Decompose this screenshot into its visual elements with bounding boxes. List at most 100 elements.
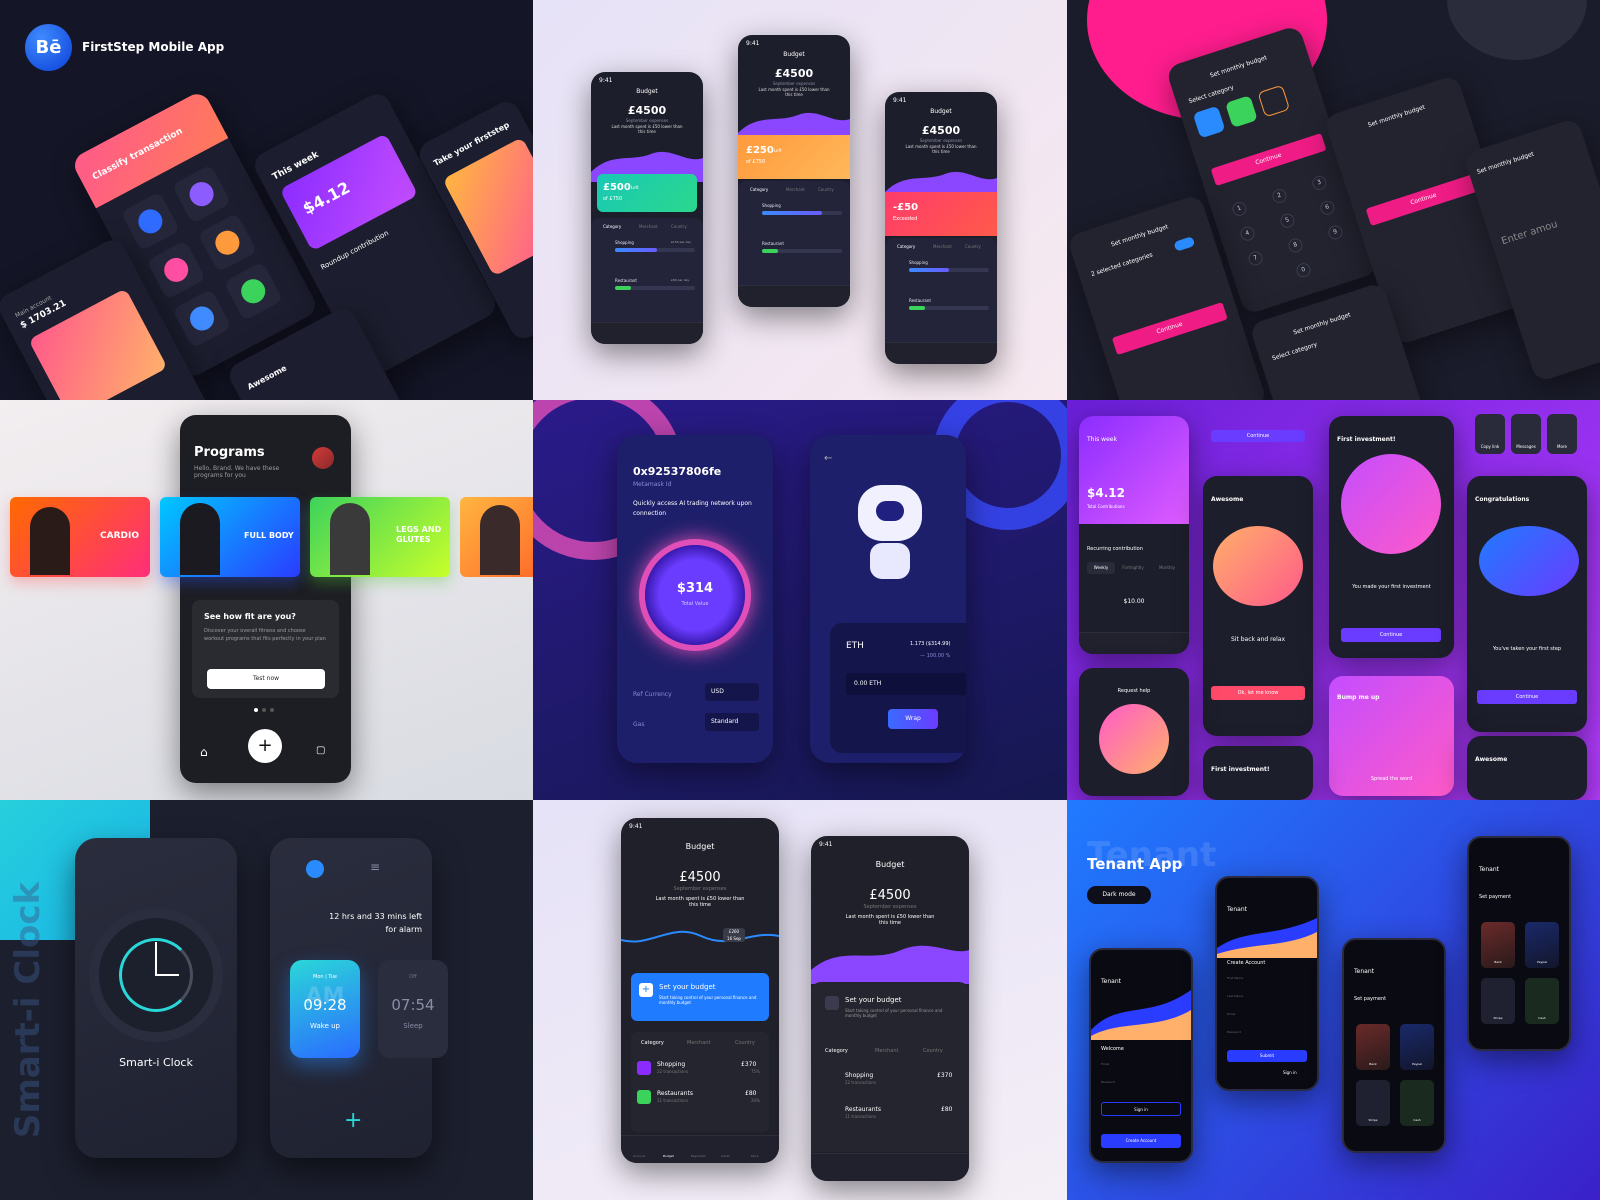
tile-firststep: Bē FirstStep Mobile App Classify transac… <box>0 0 533 400</box>
tile-investing: This week $4.12 Total Contributions Recu… <box>1067 400 1600 800</box>
continue-button-2[interactable]: Continue <box>1111 302 1228 356</box>
submit-button[interactable]: Submit <box>1227 1050 1307 1062</box>
tab-merchant[interactable]: Merchant <box>639 224 658 229</box>
invest-awesome-phone: Awesome Sit back and relax Ok, let me kn… <box>1203 476 1313 736</box>
more-icon[interactable]: More <box>1547 414 1577 454</box>
toggle-switch[interactable] <box>1173 236 1196 252</box>
awesome-title: Awesome <box>245 363 289 392</box>
alarm-remaining: 12 hrs and 33 mins left for alarm <box>329 912 422 934</box>
test-now-button[interactable]: Test now <box>207 669 325 689</box>
alarm-card-sleep[interactable]: Off 07:54 Sleep <box>378 960 448 1058</box>
invest-continue-top[interactable]: Continue <box>1211 430 1305 442</box>
budget-phone-right: 9:41 Budget £4500 September expenses Las… <box>885 92 997 364</box>
eth-input[interactable]: 0.00 ETH <box>846 673 966 695</box>
total-value: $314 <box>676 581 714 596</box>
chat-icon[interactable]: ▢ <box>316 745 325 756</box>
dark-mode-badge[interactable]: Dark mode <box>1087 886 1151 904</box>
tab-category[interactable]: Category <box>603 224 621 229</box>
programs-title: Programs <box>194 445 265 460</box>
contrib-amount[interactable]: $10.00 <box>1079 598 1189 605</box>
budget-mid-amount: £4500 <box>774 67 814 80</box>
add-button[interactable]: + <box>248 729 282 763</box>
invest-week-title: This week <box>1087 436 1117 443</box>
tile-budget-light: 9:41 Budget £4500 September expenses Las… <box>533 0 1067 400</box>
tile-programs: Programs Hello, Brand. We have these pro… <box>0 400 533 800</box>
tenant-payment-phone: Tenant Set payment Bank Paypal Stripe Ca… <box>1342 938 1446 1153</box>
invest-continue-button[interactable]: Continue <box>1341 628 1441 642</box>
payment-paypal[interactable]: Paypal <box>1400 1024 1434 1070</box>
congrats-phone: Congratulations You've taken your first … <box>1467 476 1587 732</box>
settings-icon[interactable]: ≡ <box>370 860 388 878</box>
budget-title: Budget <box>636 88 658 95</box>
fit-text: Discover your overall fitness and choose… <box>204 628 326 642</box>
budget-phone-left: 9:41 Budget £4500 September expenses Las… <box>591 72 703 344</box>
alarm-icon[interactable] <box>306 860 324 878</box>
messages-icon[interactable]: Messages <box>1511 414 1541 454</box>
tenant-payment-phone-2: Tenant Set payment Bank Paypal Stripe Ca… <box>1467 836 1571 1051</box>
program-card-more[interactable] <box>460 497 533 577</box>
freq-monthly[interactable]: Monthly <box>1153 562 1181 574</box>
showcase-grid: Bē FirstStep Mobile App Classify transac… <box>0 0 1600 1200</box>
freq-weekly[interactable]: Weekly <box>1087 562 1115 574</box>
eth-label: ETH <box>846 641 864 651</box>
selected-categories[interactable]: 2 selected categories <box>1090 251 1153 278</box>
continue-button-3[interactable]: Continue <box>1365 173 1482 227</box>
invest-this-week-phone: This week $4.12 Total Contributions Recu… <box>1079 416 1189 654</box>
app-title: FirstStep Mobile App <box>82 40 225 54</box>
sign-in-button[interactable]: Sign in <box>1101 1102 1181 1116</box>
wallet-address: 0x92537806fe <box>633 465 722 478</box>
payment-stripe[interactable]: Stripe <box>1356 1080 1390 1126</box>
first-investment-bottom-phone: First investment! <box>1203 746 1313 800</box>
metamask-label: Metamask Id <box>633 481 672 488</box>
gas-select[interactable]: Standard <box>705 713 759 731</box>
budget-right-amount: £4500 <box>921 124 961 137</box>
set-budget-card[interactable]: + Set your budget Start taking control o… <box>631 973 769 1021</box>
copy-link-icon[interactable]: Copy link <box>1475 414 1505 454</box>
tile-tenant: Tenant Tenant App Dark mode Tenant Welco… <box>1067 800 1600 1200</box>
congrats-continue-button[interactable]: Continue <box>1477 690 1577 704</box>
ok-let-me-know-button[interactable]: Ok, let me know <box>1211 686 1305 700</box>
budget-mid-card-amount: £250 <box>746 145 774 156</box>
program-card-full-body[interactable]: FULL BODY <box>160 497 300 577</box>
program-card-cardio[interactable]: CARDIO <box>10 497 150 577</box>
behance-logo[interactable]: Bē <box>25 24 72 71</box>
tile-budget-2: 9:41 Budget £4500 September expenses Las… <box>533 800 1067 1200</box>
clock-phone-right: ≡ 12 hrs and 33 mins left for alarm Mon … <box>270 838 448 1158</box>
tab-country[interactable]: Country <box>671 224 687 229</box>
alarm-card-wake[interactable]: Mon | Tue AM 09:28 Wake up <box>290 960 360 1058</box>
avatar[interactable] <box>312 447 334 469</box>
wrap-button[interactable]: Wrap <box>888 709 938 729</box>
budget-phone-mid: 9:41 Budget £4500 September expenses Las… <box>738 35 850 307</box>
budget-right-card-amount: -£50 <box>893 202 919 213</box>
budget-amount: £4500 <box>627 104 667 117</box>
budget-left-card-amount: £500 <box>603 182 631 193</box>
create-account-button[interactable]: Create Account <box>1101 1134 1181 1148</box>
awesome-bottom-phone: Awesome <box>1467 736 1587 800</box>
tile-smart-clock: Smart-i Clock Smart-i Clock ≡ 12 hrs and… <box>0 800 533 1200</box>
program-card-legs[interactable]: LEGS AND GLUTES <box>310 497 450 577</box>
request-help-phone: Request help <box>1079 668 1189 796</box>
eth-amount: 1.173 ($314.99) <box>910 641 951 647</box>
tenant-title: Tenant App <box>1087 855 1183 873</box>
freq-fortnightly[interactable]: Fortnightly <box>1119 562 1147 574</box>
home-icon[interactable]: ⌂ <box>200 745 208 759</box>
crypto-wallet-phone: 0x92537806fe Metamask Id Quickly access … <box>617 435 773 763</box>
wallet-desc: Quickly access AI trading network upon c… <box>633 500 752 517</box>
first-investment-phone: First investment! You made your first in… <box>1329 416 1454 658</box>
back-icon[interactable]: ← <box>824 453 832 464</box>
tenant-create-phone: Tenant Create Account First Name Last Na… <box>1215 876 1319 1091</box>
budget2-amount: £4500 <box>679 870 721 885</box>
currency-select[interactable]: USD <box>705 683 759 701</box>
programs-phone: Programs Hello, Brand. We have these pro… <box>180 415 351 783</box>
budget2-tab-country[interactable]: Country <box>735 1040 755 1046</box>
clock-label: Smart-i Clock <box>119 1056 193 1069</box>
crypto-robot-phone: ← ETH 1.173 ($314.99) — 100.00 % 0.00 ET… <box>810 435 966 763</box>
payment-bank[interactable]: Bank <box>1356 1024 1390 1070</box>
budget2-tab-category[interactable]: Category <box>641 1040 664 1046</box>
continue-button[interactable]: Continue <box>1210 133 1327 187</box>
payment-cash[interactable]: Cash <box>1400 1080 1434 1126</box>
add-alarm-button[interactable]: + <box>344 1108 362 1133</box>
budget2-tab-merchant[interactable]: Merchant <box>687 1040 710 1046</box>
programs-greeting: Hello, Brand. We have these programs for… <box>194 465 280 479</box>
clock-watermark: Smart-i Clock <box>8 881 49 1139</box>
